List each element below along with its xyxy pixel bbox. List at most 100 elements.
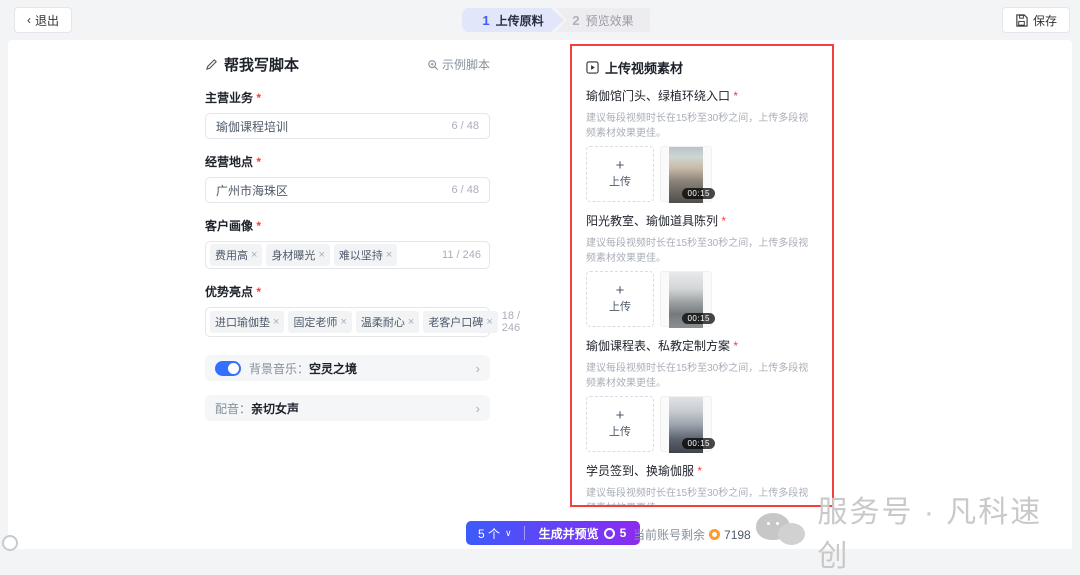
tag-chip[interactable]: 固定老师 × xyxy=(288,311,351,333)
tag-chip[interactable]: 费用高 × xyxy=(210,244,262,266)
section-hint: 建议每段视频时长在15秒至30秒之间，上传多段视频素材效果更佳。 xyxy=(586,109,818,139)
voiceover-row[interactable]: 配音： 亲切女声 › xyxy=(205,395,490,421)
magnifier-icon xyxy=(427,59,439,71)
duration-badge: 00:15 xyxy=(682,313,715,324)
panel-title-row: 上传视频素材 xyxy=(586,58,818,77)
video-count-label: 5 个 xyxy=(478,525,500,542)
char-counter: 6 / 48 xyxy=(451,120,479,132)
duration-badge: 00:15 xyxy=(682,438,715,449)
section-title: 瑜伽馆门头、绿植环绕入口 xyxy=(586,87,818,104)
video-icon xyxy=(586,61,599,74)
music-value: 空灵之境 xyxy=(309,360,357,377)
char-counter: 11 / 246 xyxy=(442,249,481,261)
chevron-down-icon: ∨ xyxy=(505,528,512,539)
upload-video-panel: 上传视频素材 瑜伽馆门头、绿植环绕入口 建议每段视频时长在15秒至30秒之间，上… xyxy=(570,44,834,507)
main-business-label: 主营业务 xyxy=(205,89,490,106)
generate-button-group: 5 个 ∨ 生成并预览 5 xyxy=(466,521,640,545)
tag-chip[interactable]: 难以坚持 × xyxy=(334,244,397,266)
main-card: 帮我写脚本 示例脚本 主营业务 瑜伽课程培训 6 / 48 经营地点 广州市海珠… xyxy=(8,40,1072,549)
advantages-label: 优势亮点 xyxy=(205,283,490,300)
upload-button[interactable]: + 上传 xyxy=(586,271,654,327)
save-label: 保存 xyxy=(1033,12,1057,29)
script-form: 帮我写脚本 示例脚本 主营业务 瑜伽课程培训 6 / 48 经营地点 广州市海珠… xyxy=(205,54,490,421)
back-icon: ‹ xyxy=(27,13,31,27)
video-thumbnail[interactable]: 00:15 xyxy=(660,396,712,452)
section-hint: 建议每段视频时长在15秒至30秒之间，上传多段视频素材效果更佳。 xyxy=(586,359,818,389)
location-input[interactable]: 广州市海珠区 6 / 48 xyxy=(205,177,490,203)
balance-value: 7198 xyxy=(724,528,751,542)
step-label: 上传原料 xyxy=(496,12,544,29)
pencil-icon xyxy=(205,58,218,71)
generate-cost: 5 xyxy=(620,526,627,540)
step-number: 1 xyxy=(482,13,489,28)
char-counter: 18 / 246 xyxy=(502,310,520,334)
form-title: 帮我写脚本 xyxy=(224,54,299,75)
tag-close-icon[interactable]: × xyxy=(318,249,324,261)
section-title: 阳光教室、瑜伽道具陈列 xyxy=(586,212,818,229)
background-music-row[interactable]: 背景音乐： 空灵之境 › xyxy=(205,355,490,381)
section-hint: 建议每段视频时长在15秒至30秒之间，上传多段视频素材效果更佳。 xyxy=(586,234,818,264)
tag-label: 固定老师 xyxy=(293,314,337,330)
main-business-input[interactable]: 瑜伽课程培训 6 / 48 xyxy=(205,113,490,139)
coin-icon xyxy=(604,528,615,539)
balance-label: 当前账号剩余 xyxy=(633,526,705,543)
music-toggle[interactable] xyxy=(215,361,241,376)
tag-chip[interactable]: 温柔耐心 × xyxy=(356,311,419,333)
tag-label: 身材曝光 xyxy=(271,247,315,263)
tag-label: 进口瑜伽垫 xyxy=(215,314,270,330)
upload-label: 上传 xyxy=(609,298,631,314)
customer-profile-input[interactable]: 费用高 × 身材曝光 × 难以坚持 × 11 / 246 xyxy=(205,241,490,269)
tag-close-icon[interactable]: × xyxy=(486,316,492,328)
example-script-link[interactable]: 示例脚本 xyxy=(427,56,490,73)
tag-close-icon[interactable]: × xyxy=(273,316,279,328)
tag-chip[interactable]: 进口瑜伽垫 × xyxy=(210,311,284,333)
top-bar: ‹ 退出 1 上传原料 2 预览效果 保存 xyxy=(0,0,1080,40)
upload-label: 上传 xyxy=(609,173,631,189)
upload-button[interactable]: + 上传 xyxy=(586,396,654,452)
save-button[interactable]: 保存 xyxy=(1002,7,1070,33)
generate-preview-button[interactable]: 生成并预览 5 xyxy=(525,525,641,542)
step-indicator: 1 上传原料 2 预览效果 xyxy=(462,8,650,32)
panel-title: 上传视频素材 xyxy=(605,58,683,77)
video-thumbnail[interactable]: 00:15 xyxy=(660,146,712,202)
wechat-icon xyxy=(756,511,808,551)
form-title-row: 帮我写脚本 xyxy=(205,54,299,75)
main-business-value: 瑜伽课程培训 xyxy=(216,118,288,135)
video-thumbnail[interactable]: 00:15 xyxy=(660,271,712,327)
upload-button[interactable]: + 上传 xyxy=(586,146,654,202)
chevron-right-icon: › xyxy=(476,401,480,416)
customer-profile-label: 客户画像 xyxy=(205,217,490,234)
account-balance: 当前账号剩余 7198 xyxy=(633,526,751,543)
tag-label: 温柔耐心 xyxy=(361,314,405,330)
advantages-input[interactable]: 进口瑜伽垫 × 固定老师 × 温柔耐心 × 老客户口碑 × 18 / 246 xyxy=(205,307,490,337)
tag-close-icon[interactable]: × xyxy=(340,316,346,328)
step-upload-materials[interactable]: 1 上传原料 xyxy=(462,8,564,32)
upload-section: 瑜伽馆门头、绿植环绕入口 建议每段视频时长在15秒至30秒之间，上传多段视频素材… xyxy=(586,87,818,202)
step-label: 预览效果 xyxy=(586,12,634,29)
save-icon xyxy=(1015,14,1028,27)
step-number: 2 xyxy=(572,13,579,28)
voiceover-label: 配音： xyxy=(215,400,251,417)
tag-close-icon[interactable]: × xyxy=(386,249,392,261)
duration-badge: 00:15 xyxy=(682,188,715,199)
step-preview-effect[interactable]: 2 预览效果 xyxy=(556,8,650,32)
location-value: 广州市海珠区 xyxy=(216,182,288,199)
music-label: 背景音乐： xyxy=(249,360,309,377)
tag-chip[interactable]: 老客户口碑 × xyxy=(423,311,497,333)
upload-section: 学员签到、换瑜伽服 建议每段视频时长在15秒至30秒之间，上传多段视频素材效果更… xyxy=(586,462,818,507)
tag-label: 老客户口碑 xyxy=(428,314,483,330)
tag-label: 费用高 xyxy=(215,247,248,263)
tag-label: 难以坚持 xyxy=(339,247,383,263)
tag-chip[interactable]: 身材曝光 × xyxy=(266,244,329,266)
exit-button[interactable]: ‹ 退出 xyxy=(14,7,72,33)
tag-close-icon[interactable]: × xyxy=(251,249,257,261)
video-count-dropdown[interactable]: 5 个 ∨ xyxy=(466,525,524,542)
tag-close-icon[interactable]: × xyxy=(408,316,414,328)
chevron-right-icon: › xyxy=(476,361,480,376)
generate-label: 生成并预览 xyxy=(539,525,599,542)
section-title: 学员签到、换瑜伽服 xyxy=(586,462,818,479)
location-label: 经营地点 xyxy=(205,153,490,170)
upload-section: 阳光教室、瑜伽道具陈列 建议每段视频时长在15秒至30秒之间，上传多段视频素材效… xyxy=(586,212,818,327)
plus-icon: + xyxy=(616,284,625,298)
section-hint: 建议每段视频时长在15秒至30秒之间，上传多段视频素材效果更佳。 xyxy=(586,484,818,507)
